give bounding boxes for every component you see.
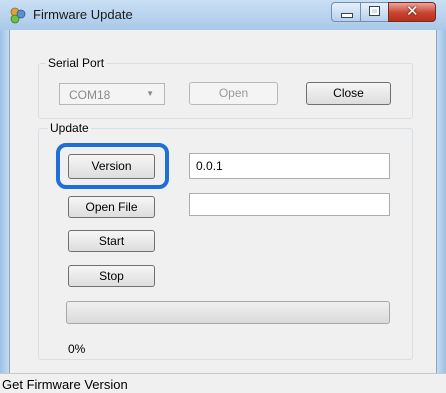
file-path-field[interactable]	[189, 193, 390, 216]
close-icon: ✕	[406, 3, 419, 20]
stop-button[interactable]: Stop	[68, 265, 155, 287]
minimize-button[interactable]	[331, 2, 361, 22]
close-window-button[interactable]: ✕	[388, 2, 436, 22]
serial-port-select[interactable]: COM18 ▼	[59, 83, 165, 105]
close-port-button[interactable]: Close	[306, 82, 391, 105]
open-port-button[interactable]: Open	[189, 82, 278, 105]
serial-port-value: COM18	[69, 88, 111, 102]
progress-bar	[66, 301, 390, 324]
minimize-icon	[342, 14, 352, 17]
window-frame-right	[437, 30, 446, 373]
maximize-icon	[370, 7, 379, 15]
version-button-highlight	[56, 143, 169, 189]
status-bar: Get Firmware Version	[0, 373, 446, 393]
serial-port-label: Serial Port	[46, 56, 107, 70]
update-label: Update	[48, 121, 91, 135]
chevron-down-icon: ▼	[146, 89, 154, 98]
maximize-button[interactable]	[360, 2, 389, 22]
puzzle-app-icon	[10, 7, 26, 24]
title-bar[interactable]: Firmware Update ✕	[0, 0, 446, 31]
progress-percent: 0%	[68, 342, 86, 356]
start-button[interactable]: Start	[68, 230, 155, 252]
window-frame-left	[0, 30, 9, 373]
version-field[interactable]: 0.0.1	[189, 153, 390, 179]
open-file-button[interactable]: Open File	[68, 196, 155, 218]
firmware-update-window: Firmware Update ✕ Serial Port COM18 ▼ Op…	[0, 0, 446, 393]
status-text: Get Firmware Version	[2, 377, 128, 392]
window-title: Firmware Update	[33, 7, 133, 22]
